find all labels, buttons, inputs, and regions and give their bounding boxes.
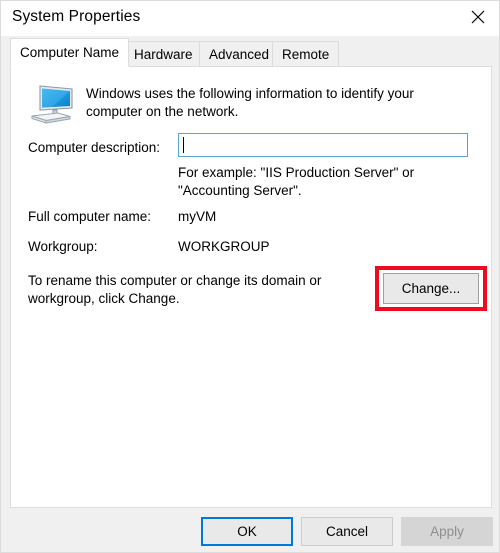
tab-remote-label: Remote: [282, 46, 330, 62]
tab-remote[interactable]: Remote: [272, 41, 340, 66]
cancel-button-label: Cancel: [325, 524, 369, 539]
text-caret: [183, 137, 184, 153]
computer-description-label: Computer description:: [28, 140, 161, 155]
intro-text: Windows uses the following information t…: [86, 86, 414, 119]
title-bar: System Properties: [1, 1, 499, 36]
apply-button-label: Apply: [430, 524, 464, 539]
tab-strip: Computer Name Hardware Advanced Remote: [10, 38, 492, 67]
full-computer-name-value: myVM: [178, 209, 217, 224]
tab-content-panel: Windows uses the following information t…: [10, 66, 492, 508]
rename-instruction-text: To rename this computer or change its do…: [28, 273, 322, 306]
ok-button-label: OK: [237, 524, 257, 539]
dialog-footer: OK Cancel Apply: [1, 508, 499, 552]
tab-computer-name[interactable]: Computer Name: [10, 38, 130, 67]
workgroup-label: Workgroup:: [28, 239, 98, 254]
computer-monitor-icon: [28, 83, 76, 127]
page-title: System Properties: [12, 8, 141, 25]
tab-hardware-label: Hardware: [134, 46, 193, 62]
tab-hardware[interactable]: Hardware: [124, 41, 203, 66]
close-button[interactable]: [455, 1, 499, 33]
tab-computer-name-label: Computer Name: [20, 45, 120, 60]
change-button[interactable]: Change...: [383, 273, 479, 304]
workgroup-value: WORKGROUP: [178, 239, 270, 254]
change-button-label: Change...: [401, 281, 461, 296]
computer-description-input[interactable]: [178, 133, 468, 157]
system-properties-dialog: System Properties Computer Name Hardware…: [0, 0, 500, 553]
tab-advanced[interactable]: Advanced: [199, 41, 280, 66]
example-hint-text: For example: "IIS Production Server" or …: [178, 165, 415, 198]
ok-button[interactable]: OK: [201, 517, 293, 546]
tab-advanced-label: Advanced: [209, 46, 270, 62]
cancel-button[interactable]: Cancel: [301, 517, 393, 546]
full-computer-name-label: Full computer name:: [28, 209, 152, 224]
close-x-icon: [471, 10, 485, 24]
apply-button: Apply: [401, 517, 493, 546]
